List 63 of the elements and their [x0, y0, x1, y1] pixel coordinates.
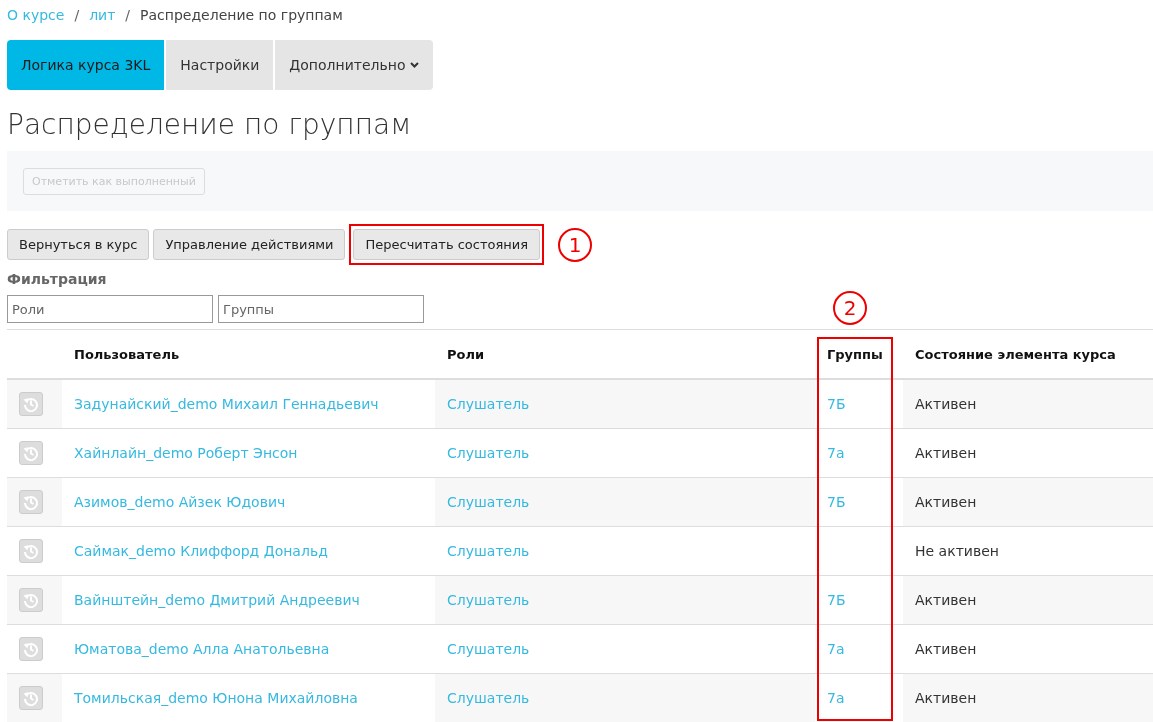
page-title: Распределение по группам: [7, 108, 413, 141]
state-text: Активен: [915, 689, 977, 706]
tab[interactable]: Дополнительно: [275, 40, 434, 90]
breadcrumb-separator: /: [74, 7, 80, 23]
role-link[interactable]: Слушатель: [447, 640, 530, 657]
user-link[interactable]: Хайнлайн_demo Роберт Энсон: [74, 444, 298, 461]
history-button[interactable]: [19, 538, 43, 563]
group-link[interactable]: 7а: [827, 444, 845, 461]
state-text: Активен: [915, 444, 977, 461]
user-link[interactable]: Вайнштейн_demo Дмитрий Андреевич: [74, 591, 360, 608]
filter-field[interactable]: Роли: [7, 295, 213, 323]
history-button[interactable]: [19, 636, 43, 661]
breadcrumb-link[interactable]: О курсе: [7, 7, 65, 23]
history-button[interactable]: [19, 685, 43, 710]
state-text: Активен: [915, 640, 977, 657]
history-icon: [23, 444, 39, 461]
group-link[interactable]: 7а: [827, 689, 845, 706]
action-button[interactable]: Управление действиями: [153, 229, 346, 260]
column-header: Группы: [827, 346, 883, 362]
breadcrumb-link[interactable]: лит: [89, 7, 116, 23]
role-link[interactable]: Слушатель: [447, 493, 530, 510]
callout-number: 1: [558, 227, 593, 262]
breadcrumb-current: Распределение по группам: [140, 7, 343, 23]
user-link[interactable]: Саймак_demo Клиффорд Дональд: [74, 542, 328, 559]
tab[interactable]: Логика курса 3KL: [7, 40, 165, 90]
history-icon: [23, 395, 39, 412]
caret-icon: [410, 62, 420, 68]
history-icon: [23, 640, 39, 657]
callout-number: 2: [833, 291, 867, 325]
role-link[interactable]: Слушатель: [447, 689, 530, 706]
group-link[interactable]: 7а: [827, 640, 845, 657]
user-link[interactable]: Юматова_demo Алла Анатольевна: [74, 640, 330, 657]
state-text: Активен: [915, 493, 977, 510]
group-link[interactable]: 7Б: [827, 591, 846, 608]
history-icon: [23, 591, 39, 608]
user-link[interactable]: Томильская_demo Юнона Михайловна: [74, 689, 358, 706]
role-link[interactable]: Слушатель: [447, 444, 530, 461]
user-link[interactable]: Азимов_demo Айзек Юдович: [74, 493, 286, 510]
history-icon: [23, 542, 39, 559]
role-link[interactable]: Слушатель: [447, 591, 530, 608]
column-header: Пользователь: [74, 346, 180, 362]
user-link[interactable]: Задунайский_demo Михаил Геннадьевич: [74, 395, 379, 412]
tab[interactable]: Настройки: [166, 40, 274, 90]
filter-field[interactable]: Группы: [218, 295, 424, 323]
history-icon: [23, 689, 39, 706]
action-button[interactable]: Вернуться в курс: [7, 229, 150, 260]
history-button[interactable]: [19, 489, 43, 514]
action-button[interactable]: Пересчитать состояния: [353, 229, 541, 260]
breadcrumb-separator: /: [125, 7, 131, 23]
filter-heading: Фильтрация: [7, 271, 108, 287]
column-header: Состояние элемента курса: [915, 346, 1116, 362]
state-text: Активен: [915, 395, 977, 412]
history-icon: [23, 493, 39, 510]
history-button[interactable]: [19, 440, 43, 465]
state-text: Активен: [915, 591, 977, 608]
history-button[interactable]: [19, 391, 43, 416]
history-button[interactable]: [19, 587, 43, 612]
role-link[interactable]: Слушатель: [447, 542, 530, 559]
group-link[interactable]: 7Б: [827, 395, 846, 412]
role-link[interactable]: Слушатель: [447, 395, 530, 412]
group-link[interactable]: 7Б: [827, 493, 846, 510]
state-text: Не активен: [915, 542, 999, 559]
column-header: Роли: [447, 346, 485, 362]
